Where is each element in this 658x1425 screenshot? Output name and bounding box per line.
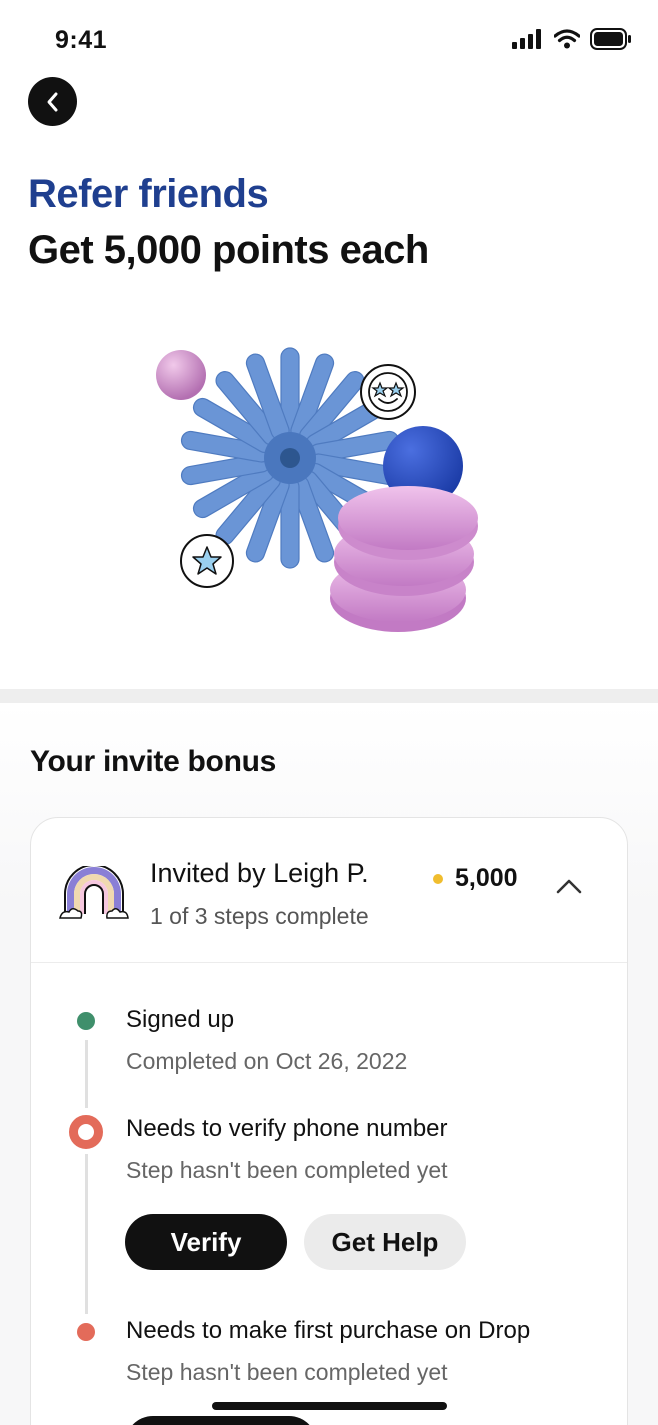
referral-illustration bbox=[156, 347, 478, 632]
get-help-button[interactable]: Get Help bbox=[304, 1214, 466, 1270]
section-divider bbox=[0, 689, 658, 703]
invite-card: Invited by Leigh P. 1 of 3 steps complet… bbox=[30, 817, 628, 1425]
step-subtitle: Step hasn't been completed yet bbox=[126, 1157, 448, 1183]
invite-progress: 1 of 3 steps complete bbox=[150, 903, 369, 929]
home-indicator[interactable] bbox=[212, 1402, 447, 1410]
section-title: Your invite bonus bbox=[30, 745, 277, 778]
step-pending-indicator bbox=[77, 1323, 95, 1341]
step-title: Needs to make first purchase on Drop bbox=[126, 1317, 531, 1344]
verify-button[interactable]: Verify bbox=[125, 1214, 287, 1270]
step-action-button[interactable] bbox=[125, 1416, 317, 1425]
timeline-connector bbox=[85, 1040, 88, 1108]
status-bar: 9:41 bbox=[0, 0, 658, 80]
status-time: 9:41 bbox=[55, 26, 108, 54]
wifi-icon bbox=[554, 29, 580, 49]
inviter-name: Invited by Leigh P. bbox=[150, 858, 369, 888]
pink-ball bbox=[156, 350, 206, 400]
step-subtitle: Completed on Oct 26, 2022 bbox=[126, 1048, 408, 1074]
hero-eyebrow: Refer friends bbox=[28, 172, 269, 216]
chevron-up-icon[interactable] bbox=[555, 876, 583, 896]
star-badge-icon bbox=[180, 534, 234, 588]
rainbow-icon bbox=[59, 866, 129, 919]
points-coin-icon bbox=[433, 873, 443, 884]
step-subtitle: Step hasn't been completed yet bbox=[126, 1359, 448, 1385]
hero-title: Get 5,000 points each bbox=[28, 228, 429, 272]
step-title: Needs to verify phone number bbox=[126, 1115, 448, 1142]
status-icons bbox=[512, 28, 632, 50]
points-value: 5,000 bbox=[455, 864, 518, 892]
step-current-indicator bbox=[69, 1115, 103, 1149]
signal-icon bbox=[512, 29, 541, 49]
chevron-left-icon bbox=[47, 92, 57, 111]
star-eyes-smiley-icon bbox=[360, 364, 416, 420]
timeline-connector bbox=[85, 1154, 88, 1314]
step-title: Signed up bbox=[126, 1006, 235, 1033]
invite-card-header[interactable]: Invited by Leigh P. 1 of 3 steps complet… bbox=[31, 818, 627, 963]
points-reward: 5,000 bbox=[433, 864, 518, 893]
step-complete-indicator bbox=[77, 1012, 95, 1030]
battery-icon bbox=[590, 28, 631, 50]
pink-macaron-stack bbox=[330, 486, 478, 632]
back-button[interactable] bbox=[28, 77, 77, 126]
